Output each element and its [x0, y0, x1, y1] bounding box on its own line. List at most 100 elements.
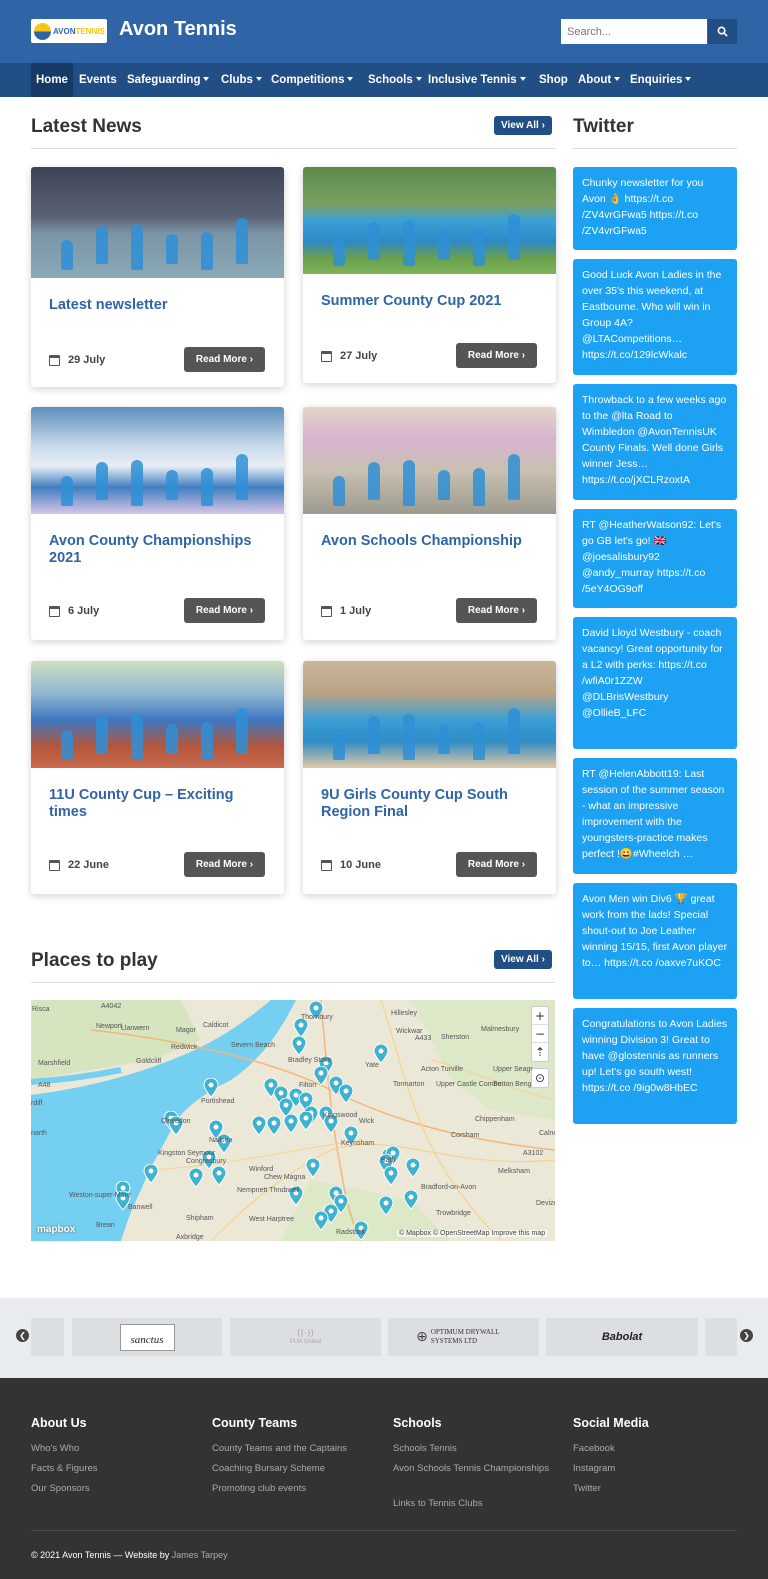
footer-link[interactable]: Links to Tennis Clubs: [393, 1497, 558, 1511]
sponsor-slide[interactable]: [705, 1318, 737, 1356]
news-card-title[interactable]: Summer County Cup 2021: [321, 293, 541, 310]
zoom-out-button[interactable]: −: [532, 1025, 548, 1043]
map-marker-icon[interactable]: [313, 1211, 329, 1231]
map-marker-icon[interactable]: [403, 1190, 419, 1210]
news-card[interactable]: Avon County Championships 2021 6 July Read…: [31, 407, 284, 640]
footer-link[interactable]: County Teams and the Captains: [212, 1442, 377, 1456]
map-place-label: Tormarton: [393, 1081, 425, 1088]
mapbox-logo[interactable]: mapbox: [37, 1224, 75, 1235]
map-marker-icon[interactable]: [378, 1196, 394, 1216]
read-more-button[interactable]: Read More ›: [456, 598, 537, 623]
map-place-label: Weston-super-Mare: [69, 1192, 131, 1199]
news-card-image[interactable]: [31, 167, 284, 278]
news-card-title[interactable]: 9U Girls County Cup South Region Final: [321, 787, 541, 821]
read-more-button[interactable]: Read More ›: [456, 343, 537, 368]
tweet-card[interactable]: RT @HelenAbbott19: Last session of the s…: [573, 758, 737, 874]
map-marker-icon[interactable]: [338, 1084, 354, 1104]
footer-link[interactable]: Twitter: [573, 1482, 738, 1496]
map-place-label: Nempnett Thrubwell: [237, 1187, 300, 1194]
map-marker-icon[interactable]: [251, 1116, 267, 1136]
footer-link[interactable]: Promoting club events: [212, 1482, 377, 1496]
map-marker-icon[interactable]: [405, 1158, 421, 1178]
sponsor-slide[interactable]: [31, 1318, 64, 1356]
tweet-card[interactable]: Avon Men win Div6 🏆 great work from the …: [573, 883, 737, 999]
footer-link[interactable]: Schools Tennis: [393, 1442, 558, 1456]
nav-item-clubs[interactable]: Clubs: [221, 63, 262, 97]
carousel-next-button[interactable]: ❯: [740, 1329, 753, 1342]
nav-item-shop[interactable]: Shop: [539, 63, 568, 97]
news-card[interactable]: 9U Girls County Cup South Region Final 10…: [303, 661, 556, 894]
nav-item-home[interactable]: Home: [31, 63, 73, 97]
news-card-image[interactable]: [31, 407, 284, 514]
map-marker-icon[interactable]: [293, 1018, 309, 1038]
carousel-prev-button[interactable]: ❮: [16, 1329, 29, 1342]
compass-button[interactable]: ⇡: [532, 1043, 548, 1061]
news-card[interactable]: 11U County Cup – Exciting times 22 June Re…: [31, 661, 284, 894]
sponsor-slide[interactable]: ((·)) PLM Global: [230, 1318, 381, 1356]
news-card-image[interactable]: [303, 661, 556, 768]
footer-link[interactable]: Who's Who: [31, 1442, 196, 1456]
map-marker-icon[interactable]: [373, 1044, 389, 1064]
search-input[interactable]: [561, 19, 707, 44]
news-card-title[interactable]: Avon Schools Championship: [321, 533, 541, 550]
read-more-button[interactable]: Read More ›: [456, 852, 537, 877]
map-attribution[interactable]: © Mapbox © OpenStreetMap Improve this ma…: [397, 1230, 548, 1237]
map-marker-icon[interactable]: [291, 1036, 307, 1056]
read-more-button[interactable]: Read More ›: [184, 598, 265, 623]
tweet-card[interactable]: Good Luck Avon Ladies in the over 35's t…: [573, 259, 737, 375]
map-place-label: A48: [38, 1082, 51, 1089]
map-marker-icon[interactable]: [305, 1158, 321, 1178]
footer-link[interactable]: Facebook: [573, 1442, 738, 1456]
map-marker-icon[interactable]: [283, 1114, 299, 1134]
site-title[interactable]: Avon Tennis: [119, 18, 237, 41]
news-card-title[interactable]: Avon County Championships 2021: [49, 533, 269, 567]
map-place-label: Winford: [249, 1166, 274, 1173]
nav-item-safeguarding[interactable]: Safeguarding: [127, 63, 210, 97]
site-logo[interactable]: AVONTENNIS: [31, 19, 107, 43]
read-more-button[interactable]: Read More ›: [184, 852, 265, 877]
author-link[interactable]: James Tarpey: [172, 1550, 228, 1560]
news-card[interactable]: Avon Schools Championship 1 July Read More…: [303, 407, 556, 640]
news-card[interactable]: Latest newsletter 29 July Read More ›: [31, 167, 284, 387]
footer-link[interactable]: Instagram: [573, 1462, 738, 1476]
news-card-image[interactable]: [303, 167, 556, 274]
nav-item-schools[interactable]: Schools: [368, 63, 422, 97]
calendar-icon: [49, 605, 60, 617]
tweet-card[interactable]: Throwback to a few weeks ago to the @lta…: [573, 384, 737, 500]
nav-item-inclusive-tennis[interactable]: Inclusive Tennis: [428, 63, 526, 97]
tweet-card[interactable]: RT @HeatherWatson92: Let's go GB let's g…: [573, 509, 737, 608]
map-marker-icon[interactable]: [188, 1168, 204, 1188]
geolocate-button[interactable]: ⊙: [532, 1069, 548, 1087]
tweet-card[interactable]: Chunky newsletter for you Avon 👌 https:/…: [573, 167, 737, 250]
news-card-title[interactable]: 11U County Cup – Exciting times: [49, 787, 269, 821]
sponsor-slide[interactable]: sanctus: [72, 1318, 222, 1356]
news-card-image[interactable]: [31, 661, 284, 768]
news-view-all-button[interactable]: View All ›: [494, 116, 552, 135]
map-marker-icon[interactable]: [143, 1164, 159, 1184]
news-card[interactable]: Summer County Cup 2021 27 July Read More ›: [303, 167, 556, 383]
tweet-card[interactable]: Congratulations to Avon Ladies winning D…: [573, 1008, 737, 1124]
nav-item-enquiries[interactable]: Enquiries: [630, 63, 692, 97]
map-marker-icon[interactable]: [266, 1116, 282, 1136]
zoom-in-button[interactable]: +: [532, 1007, 548, 1025]
map-marker-icon[interactable]: [211, 1166, 227, 1186]
search-button[interactable]: [708, 19, 737, 44]
places-view-all-button[interactable]: View All ›: [494, 950, 552, 969]
map-marker-icon[interactable]: [203, 1078, 219, 1098]
news-card-image[interactable]: [303, 407, 556, 514]
places-map[interactable]: Risca A4042 Newport Llanwern Magor Caldicot Th…: [31, 1000, 555, 1241]
news-card-title[interactable]: Latest newsletter: [49, 297, 269, 314]
footer-link[interactable]: Avon Schools Tennis Championships: [393, 1462, 558, 1476]
nav-item-competitions[interactable]: Competitions: [271, 63, 354, 97]
sponsor-slide[interactable]: Babolat: [546, 1318, 698, 1356]
map-marker-icon[interactable]: [383, 1166, 399, 1186]
nav-item-events[interactable]: Events: [79, 63, 117, 97]
footer-link[interactable]: Coaching Bursary Scheme: [212, 1462, 377, 1476]
tweet-card[interactable]: David Lloyd Westbury - coach vacancy! Gr…: [573, 617, 737, 749]
footer-link[interactable]: Our Sponsors: [31, 1482, 196, 1496]
read-more-button[interactable]: Read More ›: [184, 347, 265, 372]
map-marker-icon[interactable]: [298, 1111, 314, 1131]
nav-item-about[interactable]: About: [578, 63, 621, 97]
footer-link[interactable]: Facts & Figures: [31, 1462, 196, 1476]
sponsor-slide[interactable]: ⊕ OPTIMUM DRYWALL SYSTEMS LTD: [388, 1318, 539, 1356]
